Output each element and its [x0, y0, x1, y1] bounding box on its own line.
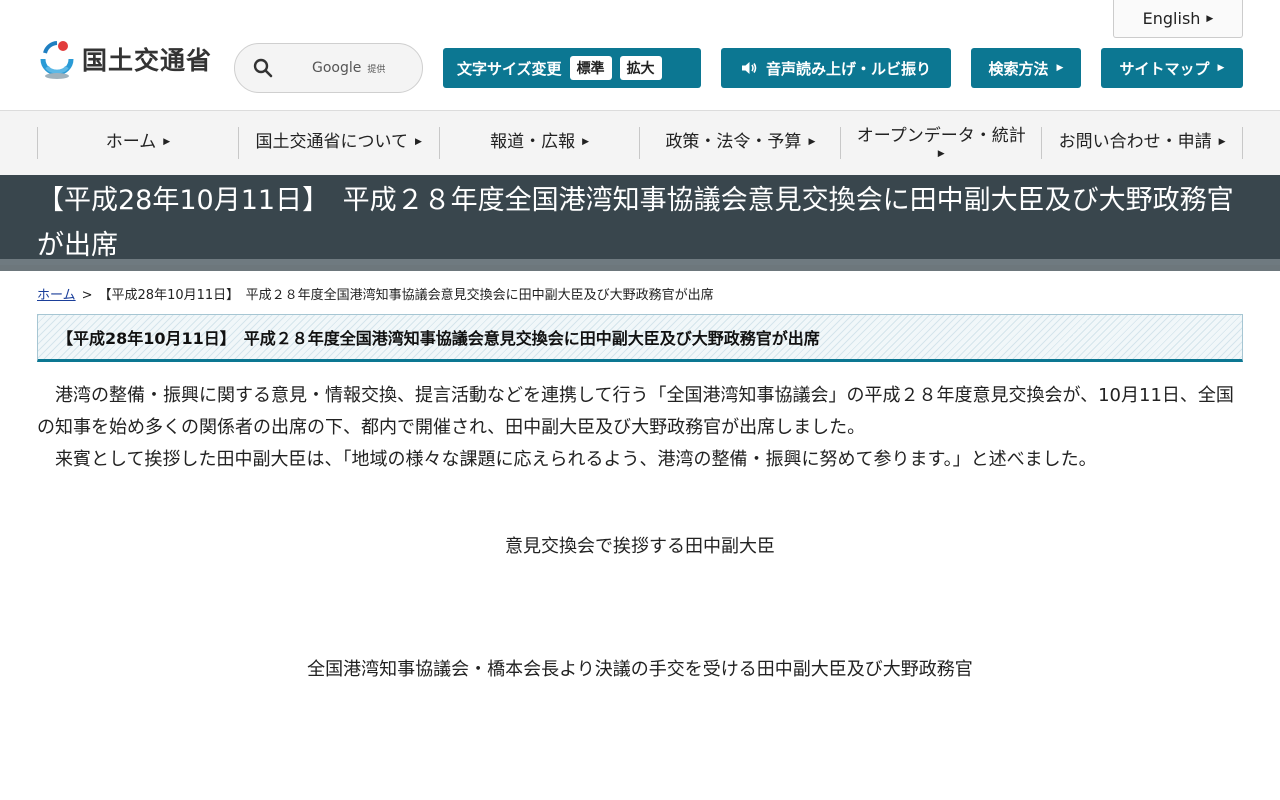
- nav-item-label: 政策・法令・予算: [665, 132, 802, 153]
- english-button[interactable]: English ▶: [1113, 0, 1243, 38]
- article-paragraph: 港湾の整備・振興に関する意見・情報交換、提言活動などを連携して行う「全国港湾知事…: [37, 385, 1234, 438]
- nav-item-contact[interactable]: お問い合わせ・申請 ▶: [1042, 127, 1243, 159]
- nav-item-open-data[interactable]: オープンデータ・統計 ▶: [841, 125, 1043, 159]
- search-howto-button[interactable]: 検索方法 ▶: [971, 48, 1081, 88]
- search-icon: [253, 58, 273, 78]
- nav-item-label: ホーム: [105, 132, 157, 153]
- english-label: English: [1142, 9, 1201, 28]
- site-search-input[interactable]: Google 提供: [234, 43, 423, 93]
- triangle-right-icon: ▶: [1056, 63, 1064, 73]
- nav-item-home[interactable]: ホーム ▶: [38, 127, 239, 159]
- page-title-banner: 【平成28年10月11日】 平成２８年度全国港湾知事協議会意見交換会に田中副大臣…: [0, 175, 1280, 265]
- breadcrumb-home-link[interactable]: ホーム: [37, 288, 76, 303]
- triangle-right-icon: ▶: [1206, 13, 1214, 24]
- nav-item-policy[interactable]: 政策・法令・予算 ▶: [640, 127, 842, 159]
- breadcrumb: ホーム > 【平成28年10月11日】 平成２８年度全国港湾知事協議会意見交換会に田…: [37, 284, 714, 303]
- font-size-large-button[interactable]: 拡大: [619, 56, 662, 80]
- article-heading: 【平成28年10月11日】 平成２８年度全国港湾知事協議会意見交換会に田中副大臣…: [37, 314, 1243, 362]
- sitemap-button[interactable]: サイトマップ ▶: [1101, 48, 1243, 88]
- article-body: 港湾の整備・振興に関する意見・情報交換、提言活動などを連携して行う「全国港湾知事…: [37, 380, 1243, 476]
- global-nav-list: ホーム ▶ 国土交通省について ▶ 報道・広報 ▶ 政策・法令・予算 ▶ オープ…: [37, 125, 1243, 159]
- global-nav: ホーム ▶ 国土交通省について ▶ 報道・広報 ▶ 政策・法令・予算 ▶ オープ…: [0, 111, 1280, 175]
- triangle-right-icon: ▶: [582, 137, 590, 148]
- triangle-right-icon: ▶: [415, 137, 422, 148]
- font-size-label: 文字サイズ変更: [457, 59, 562, 78]
- breadcrumb-current: 【平成28年10月11日】 平成２８年度全国港湾知事協議会意見交換会に田中副大臣…: [98, 288, 714, 303]
- page-title: 【平成28年10月11日】 平成２８年度全国港湾知事協議会意見交換会に田中副大臣…: [37, 185, 1234, 261]
- triangle-right-icon: ▶: [808, 137, 816, 148]
- google-label: Google: [312, 60, 362, 76]
- site-logo[interactable]: 国土交通省: [37, 37, 212, 81]
- triangle-right-icon: ▶: [163, 137, 171, 148]
- font-size-standard-button[interactable]: 標準: [569, 56, 612, 80]
- nav-item-about[interactable]: 国土交通省について ▶: [239, 127, 440, 159]
- speaker-icon: [741, 62, 757, 74]
- photo-caption-2: 全国港湾知事協議会・橋本会長より決議の手交を受ける田中副大臣及び大野政務官: [307, 659, 973, 680]
- photo-caption-1: 意見交換会で挨拶する田中副大臣: [505, 536, 775, 557]
- logo-text: 国土交通省: [82, 46, 213, 75]
- nav-item-press[interactable]: 報道・広報 ▶: [440, 127, 641, 159]
- site-header: English ▶ 国土交通省 Google 提供 文字サイズ変更 標準 拡大: [0, 0, 1280, 111]
- nav-item-label: オープンデータ・統計: [856, 125, 1026, 146]
- triangle-right-icon: ▶: [1218, 137, 1226, 148]
- banner-divider: [0, 265, 1280, 271]
- article-heading-text: 【平成28年10月11日】 平成２８年度全国港湾知事協議会意見交換会に田中副大臣…: [57, 329, 820, 348]
- howto-label: 検索方法: [988, 59, 1049, 78]
- breadcrumb-separator: >: [81, 288, 93, 303]
- voice-label: 音声読み上げ・ルビ振り: [765, 59, 931, 78]
- nav-item-label: 国土交通省について: [255, 132, 409, 153]
- font-size-control: 文字サイズ変更 標準 拡大: [443, 48, 701, 88]
- triangle-right-icon: ▶: [1217, 63, 1225, 73]
- nav-item-label: お問い合わせ・申請: [1058, 132, 1212, 153]
- provider-label: 提供: [367, 64, 386, 75]
- mlit-logo-icon: [40, 41, 74, 79]
- nav-item-label: 報道・広報: [490, 132, 576, 153]
- sitemap-label: サイトマップ: [1119, 59, 1210, 78]
- triangle-right-icon: ▶: [937, 149, 945, 159]
- article-paragraph: 来賓として挨拶した田中副大臣は、「地域の様々な課題に応えられるよう、港湾の整備・…: [55, 449, 1097, 470]
- voice-ruby-button[interactable]: 音声読み上げ・ルビ振り: [721, 48, 951, 88]
